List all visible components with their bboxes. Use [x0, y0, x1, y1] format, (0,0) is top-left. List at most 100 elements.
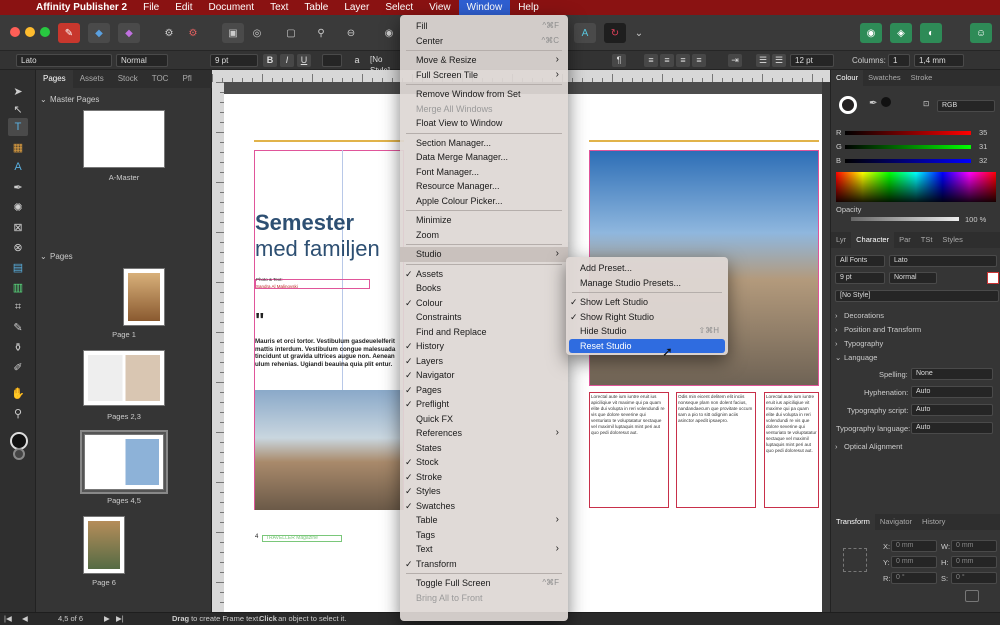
place-image-icon[interactable]: ▣ — [222, 23, 244, 43]
menu-select[interactable]: Select — [377, 0, 421, 15]
next-page-icon[interactable]: ▶ — [104, 613, 110, 625]
align-right-icon[interactable]: ≡ — [676, 54, 690, 67]
b-value[interactable]: 32 — [979, 156, 987, 165]
pages-4-5-selection[interactable] — [80, 430, 168, 494]
fill-tool-icon[interactable]: ✎ — [8, 318, 28, 336]
studio-menu-add-preset[interactable]: Add Preset... — [566, 261, 728, 276]
underline-button[interactable]: U — [297, 54, 311, 67]
menu-edit[interactable]: Edit — [167, 0, 200, 15]
dropdown-icon[interactable]: ⌄ — [628, 23, 650, 43]
decorations-section[interactable]: Decorations — [844, 311, 884, 320]
window-menu-studio[interactable]: Studio › — [400, 247, 568, 262]
minimize-window-button[interactable] — [25, 27, 35, 37]
window-menu-center[interactable]: Center ^⌘C — [400, 34, 568, 49]
page-6-thumbnail[interactable] — [83, 516, 125, 574]
window-menu-font-manager[interactable]: Font Manager... — [400, 165, 568, 180]
tab-history[interactable]: History — [917, 514, 950, 530]
window-menu-references[interactable]: References › — [400, 426, 568, 441]
tab-preflight[interactable]: Pfl — [175, 70, 198, 88]
window-menu-apple-colour-picker[interactable]: Apple Colour Picker... — [400, 194, 568, 209]
window-menu-states[interactable]: States — [400, 441, 568, 456]
tab-pages[interactable]: Pages — [36, 70, 73, 88]
window-menu-fill[interactable]: Fill ^⌘F — [400, 19, 568, 34]
preflight-icon[interactable]: ⚙ — [182, 23, 204, 43]
opacity-slider[interactable] — [851, 217, 959, 221]
window-menu-stroke[interactable]: ✓ Stroke — [400, 470, 568, 485]
italic-button[interactable]: I — [280, 54, 294, 67]
window-menu-tags[interactable]: Tags — [400, 528, 568, 543]
optical-chevron-icon[interactable]: › — [835, 442, 838, 451]
typography-section[interactable]: Typography — [844, 339, 883, 348]
b-slider[interactable] — [845, 159, 971, 163]
typography-language-select[interactable]: Auto — [911, 422, 993, 434]
menu-app[interactable]: Affinity Publisher 2 — [28, 0, 135, 15]
crop-tool-icon[interactable]: ⌗ — [8, 298, 28, 316]
window-menu-find-and-replace[interactable]: Find and Replace — [400, 325, 568, 340]
studio-link-icon[interactable]: ◈ — [890, 23, 912, 43]
tab-navigator[interactable]: Navigator — [875, 514, 917, 530]
typography-chevron-icon[interactable]: › — [835, 339, 838, 348]
body-text-column-1[interactable]: Lorectal aute ium iuntre eruit ius apici… — [589, 392, 669, 508]
indent-icon[interactable]: ⇥ — [728, 54, 742, 67]
window-menu-toggle-full-screen[interactable]: Toggle Full Screen ^⌘F — [400, 576, 568, 591]
window-menu-float-view-to-window[interactable]: Float View to Window — [400, 116, 568, 131]
account-icon[interactable]: ☺ — [970, 23, 992, 43]
shape-tool-icon[interactable]: ✺ — [8, 198, 28, 216]
pilcrow-icon[interactable]: ¶ — [612, 54, 626, 67]
move-tool-icon[interactable]: ➤ — [8, 82, 28, 100]
window-menu-books[interactable]: Books — [400, 281, 568, 296]
language-section[interactable]: Language — [844, 353, 877, 362]
tab-styles[interactable]: Styles — [937, 232, 967, 248]
window-menu-stock[interactable]: ✓ Stock — [400, 455, 568, 470]
colour-mode-select[interactable]: RGB — [937, 100, 995, 112]
pen-tool-icon[interactable]: ✒ — [8, 178, 28, 196]
r-slider[interactable] — [845, 131, 971, 135]
hand-tool-icon[interactable]: ✋ — [8, 384, 28, 402]
menu-window[interactable]: Window — [458, 0, 511, 15]
g-slider[interactable] — [845, 145, 971, 149]
vertical-ruler[interactable] — [212, 82, 224, 612]
tab-colour[interactable]: Colour — [831, 70, 864, 86]
typography-script-select[interactable]: Auto — [911, 404, 993, 416]
font-size-field[interactable]: 9 pt — [210, 54, 258, 67]
pages-2-3-thumbnail[interactable] — [83, 350, 165, 406]
language-chevron-icon[interactable]: ⌄ — [835, 353, 841, 362]
window-menu-pages[interactable]: ✓ Pages — [400, 383, 568, 398]
article-title-line1[interactable]: Semester — [255, 210, 354, 236]
char-style-icon[interactable]: a — [350, 54, 364, 67]
page-1-thumbnail[interactable] — [123, 268, 165, 326]
family-photo[interactable] — [255, 390, 403, 510]
page-indicator[interactable]: 4,5 of 6 — [58, 613, 83, 625]
position-transform-section[interactable]: Position and Transform — [844, 325, 921, 334]
assistant-icon[interactable]: ◉ — [860, 23, 882, 43]
tab-transform[interactable]: Transform — [831, 514, 875, 530]
window-menu-swatches[interactable]: ✓ Swatches — [400, 499, 568, 514]
numbering-icon[interactable]: ☰ — [772, 54, 786, 67]
place-tool-icon[interactable]: ▥ — [8, 278, 28, 296]
menu-table[interactable]: Table — [296, 0, 336, 15]
window-menu-section-manager[interactable]: Section Manager... — [400, 136, 568, 151]
align-left-icon[interactable]: ≡ — [644, 54, 658, 67]
window-menu-layers[interactable]: ✓ Layers — [400, 354, 568, 369]
leading-field[interactable]: 12 pt — [790, 54, 834, 67]
lock-icon[interactable]: ⊡ — [923, 99, 929, 108]
tab-assets[interactable]: Assets — [73, 70, 111, 88]
menu-document[interactable]: Document — [200, 0, 262, 15]
zoom-tool-icon[interactable]: ⚲ — [8, 404, 28, 422]
anchor-point-selector[interactable] — [843, 548, 867, 572]
photo-persona-icon[interactable]: ◆ — [88, 23, 110, 43]
rotation-field[interactable]: 0 ° — [891, 572, 937, 584]
studio-menu-manage-studio-presets[interactable]: Manage Studio Presets... — [566, 276, 728, 291]
menu-layer[interactable]: Layer — [336, 0, 377, 15]
g-value[interactable]: 31 — [979, 142, 987, 151]
font-collection-select[interactable]: All Fonts — [835, 255, 885, 267]
shear-field[interactable]: 0 ° — [951, 572, 997, 584]
window-menu-assets[interactable]: ✓ Assets — [400, 267, 568, 282]
window-menu-minimize[interactable]: Minimize — [400, 213, 568, 228]
window-menu-styles[interactable]: ✓ Styles — [400, 484, 568, 499]
master-page-thumbnail[interactable] — [83, 110, 165, 168]
font-style-field[interactable]: Normal — [116, 54, 168, 67]
window-menu-quick-fx[interactable]: Quick FX — [400, 412, 568, 427]
tab-layers[interactable]: Lyr — [831, 232, 851, 248]
menu-text[interactable]: Text — [262, 0, 296, 15]
